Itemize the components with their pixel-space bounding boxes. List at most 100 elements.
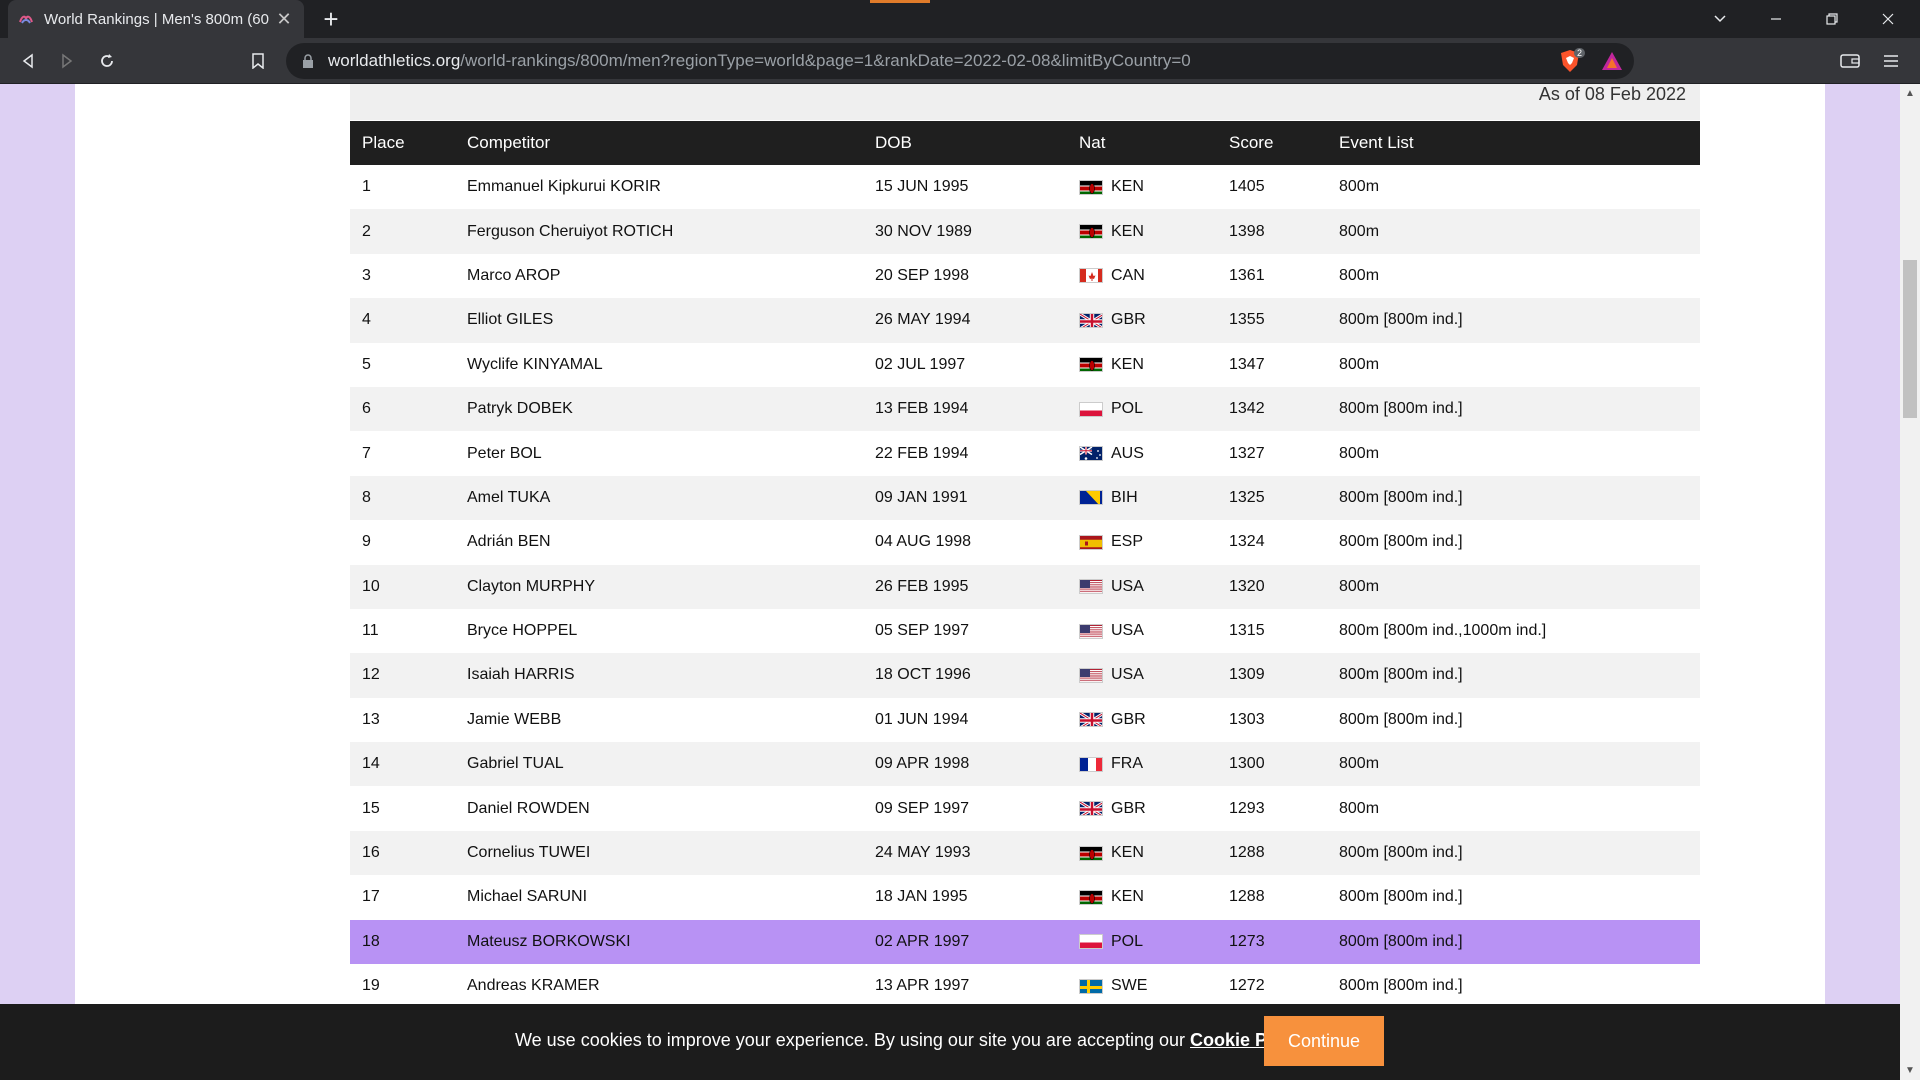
cell-competitor[interactable]: Jamie WEBB (455, 698, 863, 742)
header-dob: DOB (863, 121, 1067, 165)
cell-competitor[interactable]: Elliot GILES (455, 298, 863, 343)
brave-shield-icon[interactable]: 2 (1555, 46, 1586, 76)
country-code: CAN (1111, 266, 1145, 284)
cell-score: 1361 (1229, 266, 1265, 284)
restore-icon[interactable] (1804, 0, 1860, 38)
table-row[interactable]: 2 Ferguson Cheruiyot ROTICH 30 NOV 1989 KEN… (350, 209, 1700, 254)
table-row[interactable]: 18 Mateusz BORKOWSKI 02 APR 1997 POL 1273 800… (350, 919, 1700, 965)
cell-place: 17 (362, 888, 380, 906)
nationality: KEN (1079, 343, 1217, 387)
table-row[interactable]: 4 Elliot GILES 26 MAY 1994 GBR 1355 800m [800… (350, 298, 1700, 343)
table-row[interactable]: 14 Gabriel TUAL 09 APR 1998 FRA 1300 800m (350, 742, 1700, 787)
address-bar[interactable]: worldathletics.org/world-rankings/800m/m… (286, 43, 1634, 79)
minimize-icon[interactable] (1748, 0, 1804, 38)
country-code: KEN (1111, 844, 1144, 862)
table-row[interactable]: 3 Marco AROP 20 SEP 1998 CAN 1361 800m (350, 254, 1700, 298)
cell-nat: KEN (1067, 209, 1217, 254)
cell-competitor[interactable]: Daniel ROWDEN (455, 786, 863, 830)
cell-competitor[interactable]: Ferguson Cheruiyot ROTICH (455, 209, 863, 254)
cell-dob: 26 MAY 1994 (863, 298, 1067, 343)
cell-place: 9 (362, 533, 371, 551)
flag-usa-icon (1079, 579, 1103, 595)
table-row[interactable]: 1 Emmanuel Kipkurui KORIR 15 JUN 1995 KEN 14… (350, 165, 1700, 209)
cell-competitor[interactable]: Isaiah HARRIS (455, 653, 863, 698)
table-row[interactable]: 16 Cornelius TUWEI 24 MAY 1993 KEN 1288 800m … (350, 830, 1700, 876)
cell-competitor[interactable]: Clayton MURPHY (455, 564, 863, 609)
table-row[interactable]: 12 Isaiah HARRIS 18 OCT 1996 USA 1309 800m [8… (350, 653, 1700, 698)
browser-toolbar: worldathletics.org/world-rankings/800m/m… (0, 38, 1920, 84)
cell-competitor[interactable]: Michael SARUNI (455, 875, 863, 919)
table-row[interactable]: 5 Wyclife KINYAMAL 02 JUL 1997 KEN 1347 800m (350, 343, 1700, 387)
cell-dob: 04 AUG 1998 (875, 533, 972, 551)
bookmark-icon[interactable] (243, 46, 273, 76)
country-code: GBR (1111, 311, 1146, 329)
cell-score: 1398 (1217, 209, 1327, 254)
scroll-down-arrow-icon[interactable]: ▼ (1900, 1065, 1920, 1076)
cookie-message: We use cookies to improve your experienc… (515, 1030, 1308, 1051)
table-row[interactable]: 19 Andreas KRAMER 13 APR 1997 SWE 1272 800m [… (350, 964, 1700, 1008)
cell-competitor[interactable]: Gabriel TUAL (455, 742, 863, 787)
table-row[interactable]: 11 Bryce HOPPEL 05 SEP 1997 USA 1315 800m [80… (350, 609, 1700, 653)
nationality: SWE (1079, 964, 1217, 1008)
scrollbar-thumb[interactable] (1903, 260, 1917, 418)
cell-score: 1327 (1229, 444, 1265, 462)
cell-event-list: 800m (1339, 799, 1380, 817)
cell-place: 18 (350, 919, 455, 965)
table-row[interactable]: 8 Amel TUKA 09 JAN 1991 BIH 1325 800m [800m i… (350, 475, 1700, 521)
cell-competitor[interactable]: Adrián BEN (455, 520, 863, 564)
cell-score: 1324 (1229, 533, 1265, 551)
brave-rewards-icon[interactable] (1597, 46, 1627, 76)
nationality: ESP (1079, 520, 1217, 564)
forward-arrow-icon[interactable] (52, 46, 82, 76)
cell-competitor[interactable]: Wyclife KINYAMAL (455, 343, 863, 387)
cell-competitor[interactable]: Peter BOL (455, 431, 863, 475)
new-tab-button[interactable]: + (316, 4, 346, 34)
cell-nat: KEN (1067, 830, 1217, 876)
wallet-icon[interactable] (1835, 46, 1865, 76)
cell-score: 1303 (1229, 710, 1265, 728)
menu-icon[interactable] (1876, 46, 1906, 76)
nationality: KEN (1079, 210, 1217, 254)
cell-competitor[interactable]: Marco AROP (455, 254, 863, 298)
page-scrollbar[interactable]: ▲ ▼ (1900, 84, 1920, 1080)
cell-competitor[interactable]: Cornelius TUWEI (455, 830, 863, 876)
reload-icon[interactable] (92, 46, 122, 76)
close-tab-icon[interactable]: ✕ (274, 9, 294, 30)
tab-search-chevron-icon[interactable] (1692, 0, 1748, 38)
close-window-icon[interactable] (1860, 0, 1916, 38)
cell-competitor[interactable]: Mateusz BORKOWSKI (455, 919, 863, 965)
cell-event-list: 800m (1327, 742, 1700, 787)
back-arrow-icon[interactable] (13, 46, 43, 76)
table-row[interactable]: 13 Jamie WEBB 01 JUN 1994 GBR 1303 800m [800m… (350, 698, 1700, 742)
country-code: AUS (1111, 444, 1144, 462)
scroll-up-arrow-icon[interactable]: ▲ (1900, 88, 1920, 99)
country-code: POL (1111, 932, 1144, 950)
nationality: FRA (1079, 742, 1217, 786)
table-row[interactable]: 7 Peter BOL 22 FEB 1994 AUS 1327 800m (350, 431, 1700, 475)
table-row[interactable]: 15 Daniel ROWDEN 09 SEP 1997 GBR 1293 800m (350, 786, 1700, 830)
as-of-bar: As of 08 Feb 2022 (350, 84, 1700, 120)
brave-shield-badge: 2 (1574, 48, 1586, 58)
flag-usa-icon (1079, 623, 1103, 639)
cell-dob: 02 APR 1997 (863, 919, 1067, 965)
cell-dob: 09 JAN 1991 (863, 475, 1067, 521)
table-row[interactable]: 10 Clayton MURPHY 26 FEB 1995 USA 1320 800m (350, 564, 1700, 609)
cell-competitor[interactable]: Bryce HOPPEL (455, 609, 863, 653)
table-row[interactable]: 9 Adrián BEN 04 AUG 1998 ESP 1324 800m [800m … (350, 520, 1700, 564)
country-code: GBR (1111, 710, 1146, 728)
nationality: GBR (1079, 787, 1217, 831)
cookie-text: We use cookies to improve your experienc… (515, 1030, 1191, 1050)
country-code: USA (1111, 577, 1144, 595)
table-row[interactable]: 17 Michael SARUNI 18 JAN 1995 KEN 1288 800m [… (350, 875, 1700, 919)
flag-ken-icon (1079, 357, 1103, 373)
nationality: KEN (1079, 875, 1217, 919)
browser-tab[interactable]: World Rankings | Men's 800m (60 ✕ (8, 0, 304, 38)
cell-competitor[interactable]: Patryk DOBEK (455, 386, 863, 432)
cell-score: 1320 (1217, 564, 1327, 609)
cell-dob: 09 SEP 1997 (875, 799, 970, 817)
cell-competitor[interactable]: Andreas KRAMER (455, 964, 863, 1008)
table-row[interactable]: 6 Patryk DOBEK 13 FEB 1994 POL 1342 800m [800… (350, 386, 1700, 432)
cell-competitor[interactable]: Emmanuel Kipkurui KORIR (455, 165, 863, 209)
continue-button[interactable]: Continue (1264, 1016, 1384, 1066)
cell-competitor[interactable]: Amel TUKA (455, 475, 863, 521)
